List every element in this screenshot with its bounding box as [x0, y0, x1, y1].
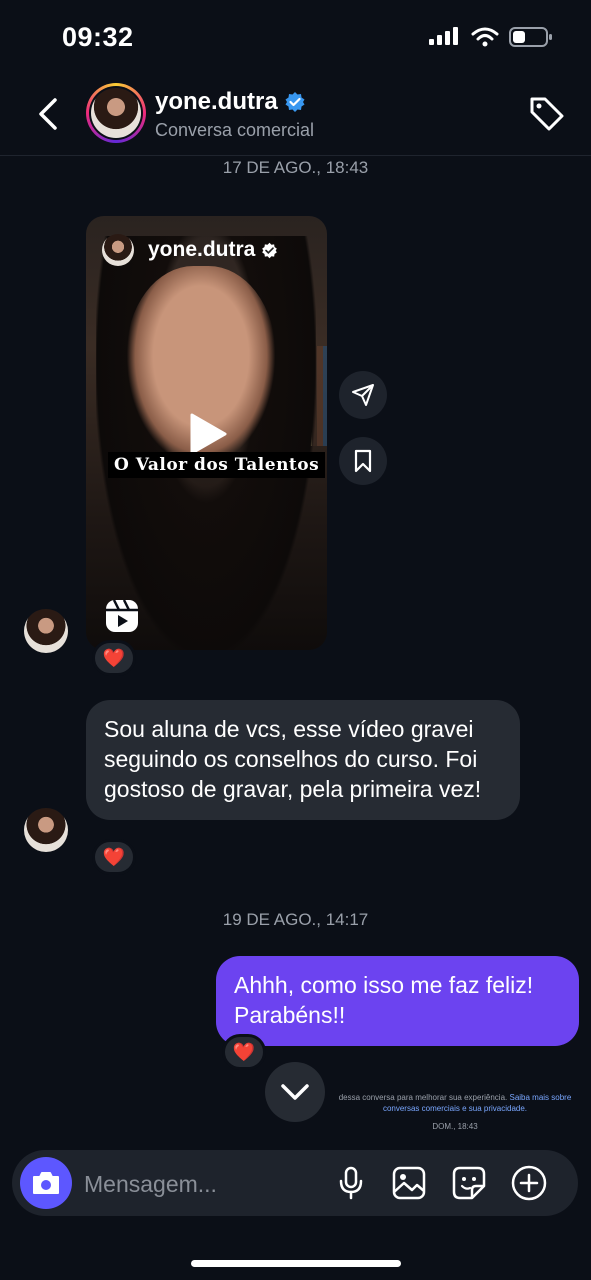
avatar-image	[91, 88, 141, 138]
conversation-type: Conversa comercial	[155, 120, 315, 140]
business-chat-notice: dessa conversa para melhorar sua experiê…	[330, 1092, 580, 1114]
gallery-button[interactable]	[390, 1164, 428, 1202]
shared-reel[interactable]: yone.dutra O Valor dos Talentos	[86, 216, 327, 650]
reel-header: yone.dutra	[102, 234, 278, 266]
outgoing-message[interactable]: Ahhh, como isso me faz feliz! Parabéns!!	[216, 956, 579, 1046]
camera-icon	[33, 1172, 59, 1194]
date-separator: 17 DE AGO., 18:43	[222, 158, 369, 177]
sticker-button[interactable]	[450, 1164, 488, 1202]
sender-avatar[interactable]	[24, 609, 68, 653]
reel-username: yone.dutra	[148, 238, 256, 261]
battery-icon	[509, 27, 552, 47]
verified-badge-icon	[285, 92, 305, 112]
voice-message-button[interactable]	[332, 1164, 370, 1202]
reel-caption: O Valor dos Talentos	[108, 452, 326, 478]
chat-header: yone.dutra Conversa comercial	[0, 80, 591, 156]
microphone-icon	[339, 1166, 363, 1200]
message-input[interactable]	[84, 1168, 324, 1200]
notice-text: dessa conversa para melhorar sua experiê…	[338, 1093, 508, 1102]
signal-icon	[429, 27, 458, 45]
plus-icon	[511, 1165, 547, 1201]
sticker-icon	[452, 1166, 486, 1200]
profile-name[interactable]: yone.dutra	[155, 88, 306, 116]
reel-avatar	[102, 234, 134, 266]
reaction-badge[interactable]: ❤️	[92, 839, 136, 875]
chevron-left-icon	[39, 98, 57, 130]
status-icons	[429, 26, 553, 48]
reels-icon	[106, 599, 138, 632]
profile-username: yone.dutra	[155, 88, 278, 115]
tag-icon	[530, 97, 564, 131]
send-icon	[352, 384, 374, 406]
notice-date: DOM., 18:43	[432, 1122, 478, 1131]
scroll-to-bottom-button[interactable]	[265, 1062, 325, 1122]
status-bar: 09:32	[0, 0, 591, 80]
more-options-button[interactable]	[510, 1164, 548, 1202]
date-separator: 19 DE AGO., 14:17	[222, 910, 369, 929]
share-button[interactable]	[339, 371, 387, 419]
profile-avatar[interactable]	[86, 83, 146, 143]
message-composer	[12, 1150, 578, 1216]
verified-badge-icon	[262, 242, 278, 258]
tag-button[interactable]	[527, 94, 567, 134]
status-time: 09:32	[62, 22, 134, 52]
incoming-message[interactable]: Sou aluna de vcs, esse vídeo gravei segu…	[86, 700, 520, 820]
sender-avatar[interactable]	[24, 808, 68, 852]
wifi-icon	[471, 27, 499, 47]
camera-button[interactable]	[20, 1157, 72, 1209]
chevron-down-icon	[281, 1084, 309, 1100]
save-button[interactable]	[339, 437, 387, 485]
reaction-badge[interactable]: ❤️	[222, 1034, 266, 1070]
bookmark-icon	[354, 449, 372, 473]
image-icon	[392, 1166, 426, 1200]
home-indicator	[191, 1260, 401, 1267]
reaction-badge[interactable]: ❤️	[92, 640, 136, 676]
back-button[interactable]	[30, 94, 66, 134]
play-icon[interactable]	[188, 412, 228, 456]
